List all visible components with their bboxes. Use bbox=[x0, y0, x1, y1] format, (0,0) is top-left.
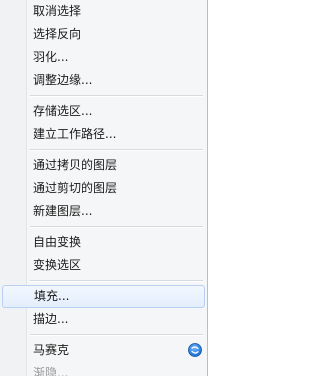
menu-item-transform-selection[interactable]: 变换选区 bbox=[0, 254, 207, 277]
menu-item-new-layer[interactable]: 新建图层... bbox=[0, 200, 207, 223]
menu-group-layers: 通过拷贝的图层 通过剪切的图层 新建图层... bbox=[0, 154, 207, 223]
menu-separator bbox=[0, 92, 207, 100]
menu-item-select-inverse[interactable]: 选择反向 bbox=[0, 23, 207, 46]
menu-item-deselect[interactable]: 取消选择 bbox=[0, 0, 207, 23]
menu-item-layer-via-copy[interactable]: 通过拷贝的图层 bbox=[0, 154, 207, 177]
menu-separator bbox=[0, 277, 207, 285]
menu-item-label: 马赛克 bbox=[33, 343, 70, 357]
menu-group-transform: 自由变换 变换选区 bbox=[0, 231, 207, 277]
menu-item-make-work-path[interactable]: 建立工作路径... bbox=[0, 123, 207, 146]
blue-circle-arrow-icon bbox=[188, 343, 202, 357]
menu-group-selection: 取消选择 选择反向 羽化... 调整边缘... bbox=[0, 0, 207, 92]
context-menu: 取消选择 选择反向 羽化... 调整边缘... 存储选区... 建立工作路径..… bbox=[0, 0, 208, 376]
menu-item-save-selection[interactable]: 存储选区... bbox=[0, 100, 207, 123]
menu-item-stroke[interactable]: 描边... bbox=[0, 308, 207, 331]
menu-item-feather[interactable]: 羽化... bbox=[0, 46, 207, 69]
menu-item-free-transform[interactable]: 自由变换 bbox=[0, 231, 207, 254]
menu-separator bbox=[0, 146, 207, 154]
menu-item-refine-edge[interactable]: 调整边缘... bbox=[0, 69, 207, 92]
menu-separator bbox=[0, 223, 207, 231]
menu-separator bbox=[0, 331, 207, 339]
menu-group-fill: 填充... 描边... bbox=[0, 285, 207, 331]
menu-item-fill[interactable]: 填充... bbox=[2, 285, 205, 308]
menu-item-layer-via-cut[interactable]: 通过剪切的图层 bbox=[0, 177, 207, 200]
menu-item-fade[interactable]: 渐隐... bbox=[0, 362, 207, 376]
menu-group-save: 存储选区... 建立工作路径... bbox=[0, 100, 207, 146]
menu-item-mosaic[interactable]: 马赛克 bbox=[0, 339, 207, 362]
menu-group-effects: 马赛克 渐隐... bbox=[0, 339, 207, 376]
